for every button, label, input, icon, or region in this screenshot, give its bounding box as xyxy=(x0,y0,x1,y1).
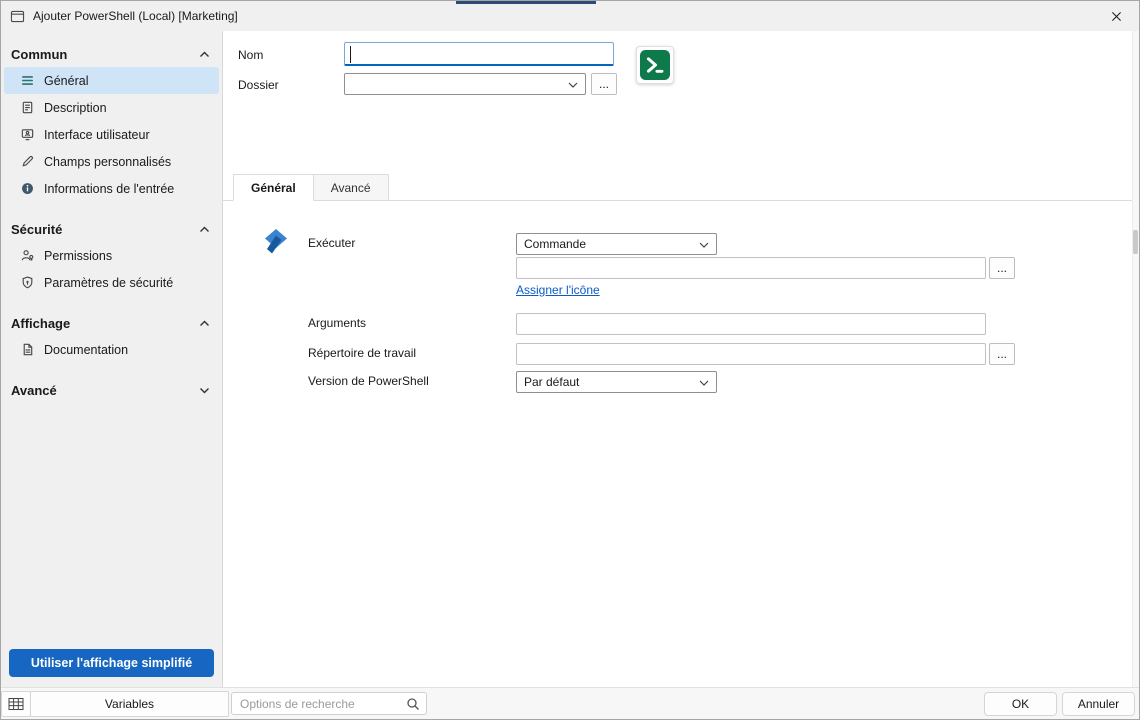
cancel-button[interactable]: Annuler xyxy=(1062,692,1135,716)
dossier-select[interactable] xyxy=(344,73,586,95)
info-icon xyxy=(19,181,35,196)
search-box xyxy=(231,692,427,715)
grid-icon xyxy=(8,697,24,711)
command-path-input[interactable] xyxy=(516,257,986,279)
sidebar-item-label: Permissions xyxy=(44,249,112,263)
monitor-user-icon xyxy=(19,127,35,142)
chevron-down-icon xyxy=(699,380,709,386)
powershell-icon xyxy=(640,50,670,80)
simplified-view-button[interactable]: Utiliser l'affichage simplifié xyxy=(9,649,214,677)
search-input[interactable] xyxy=(231,692,427,715)
sidebar-gap xyxy=(1,363,222,377)
sidebar-section-affichage[interactable]: Affichage xyxy=(1,310,222,336)
nom-label: Nom xyxy=(238,48,263,62)
powershell-entry-icon xyxy=(261,227,291,260)
background-window-fragment xyxy=(456,1,596,4)
add-powershell-dialog: Ajouter PowerShell (Local) [Marketing] C… xyxy=(0,0,1140,720)
sidebar-item-label: Champs personnalisés xyxy=(44,155,171,169)
executer-select[interactable]: Commande xyxy=(516,233,717,255)
section-label: Commun xyxy=(11,47,67,62)
version-label: Version de PowerShell xyxy=(308,374,429,388)
version-select[interactable]: Par défaut xyxy=(516,371,717,393)
arguments-input[interactable] xyxy=(516,313,986,335)
sidebar-section-securite[interactable]: Sécurité xyxy=(1,216,222,242)
titlebar: Ajouter PowerShell (Local) [Marketing] xyxy=(1,1,1139,31)
command-browse-button[interactable]: ... xyxy=(989,257,1015,279)
grid-view-button[interactable] xyxy=(1,691,31,717)
search-icon xyxy=(406,697,420,711)
sidebar-item-description[interactable]: Description xyxy=(4,94,219,121)
executer-select-value: Commande xyxy=(524,237,586,251)
close-button[interactable] xyxy=(1093,1,1139,31)
arguments-label: Arguments xyxy=(308,316,366,330)
tab-strip: Général Avancé xyxy=(233,174,388,201)
list-icon xyxy=(19,73,35,88)
section-label: Affichage xyxy=(11,316,70,331)
section-label: Sécurité xyxy=(11,222,62,237)
sidebar-item-label: Documentation xyxy=(44,343,128,357)
sidebar-item-general[interactable]: Général xyxy=(4,67,219,94)
assign-icon-link[interactable]: Assigner l'icône xyxy=(516,283,600,297)
dossier-browse-button[interactable]: ... xyxy=(591,73,617,95)
pencil-icon xyxy=(19,154,35,169)
dialog-window-icon xyxy=(10,10,25,23)
dossier-label: Dossier xyxy=(238,78,279,92)
sidebar-gap xyxy=(1,202,222,216)
sidebar-item-label: Général xyxy=(44,74,88,88)
chevron-down-icon xyxy=(199,387,210,394)
sidebar-item-documentation[interactable]: Documentation xyxy=(4,336,219,363)
executer-label: Exécuter xyxy=(308,236,355,250)
section-label: Avancé xyxy=(11,383,57,398)
ok-button[interactable]: OK xyxy=(984,692,1057,716)
sidebar-item-label: Informations de l'entrée xyxy=(44,182,174,196)
nom-input[interactable] xyxy=(344,42,614,66)
sidebar-item-parametres-securite[interactable]: Paramètres de sécurité xyxy=(4,269,219,296)
main-panel: Nom Dossier ... Général Avancé xyxy=(223,31,1139,687)
version-select-value: Par défaut xyxy=(524,375,579,389)
document-icon xyxy=(19,342,35,357)
dialog-title: Ajouter PowerShell (Local) [Marketing] xyxy=(33,9,238,23)
sidebar-section-commun[interactable]: Commun xyxy=(1,41,222,67)
user-key-icon xyxy=(19,248,35,263)
repertoire-input[interactable] xyxy=(516,343,986,365)
variables-button[interactable]: Variables xyxy=(30,691,229,717)
sidebar-item-permissions[interactable]: Permissions xyxy=(4,242,219,269)
sidebar-item-champs-personnalises[interactable]: Champs personnalisés xyxy=(4,148,219,175)
footer-bar: Variables OK Annuler xyxy=(1,687,1139,719)
chevron-down-icon xyxy=(699,242,709,248)
note-icon xyxy=(19,100,35,115)
tab-avance[interactable]: Avancé xyxy=(313,174,389,201)
sidebar: Commun Général Description Interface uti… xyxy=(1,31,223,687)
scrollbar-thumb[interactable] xyxy=(1133,230,1138,254)
shield-icon xyxy=(19,275,35,290)
tab-general[interactable]: Général xyxy=(233,174,314,201)
sidebar-item-label: Description xyxy=(44,101,107,115)
chevron-up-icon xyxy=(199,320,210,327)
text-caret xyxy=(350,46,351,63)
sidebar-item-label: Paramètres de sécurité xyxy=(44,276,173,290)
sidebar-item-label: Interface utilisateur xyxy=(44,128,150,142)
powershell-tile xyxy=(636,46,674,84)
sidebar-gap xyxy=(1,296,222,310)
sidebar-section-avance[interactable]: Avancé xyxy=(1,377,222,403)
chevron-down-icon xyxy=(568,82,578,88)
chevron-up-icon xyxy=(199,51,210,58)
repertoire-label: Répertoire de travail xyxy=(308,346,416,360)
sidebar-item-informations-entree[interactable]: Informations de l'entrée xyxy=(4,175,219,202)
repertoire-browse-button[interactable]: ... xyxy=(989,343,1015,365)
sidebar-item-interface-utilisateur[interactable]: Interface utilisateur xyxy=(4,121,219,148)
close-icon xyxy=(1111,11,1122,22)
chevron-up-icon xyxy=(199,226,210,233)
scrollbar-track[interactable] xyxy=(1132,31,1139,687)
